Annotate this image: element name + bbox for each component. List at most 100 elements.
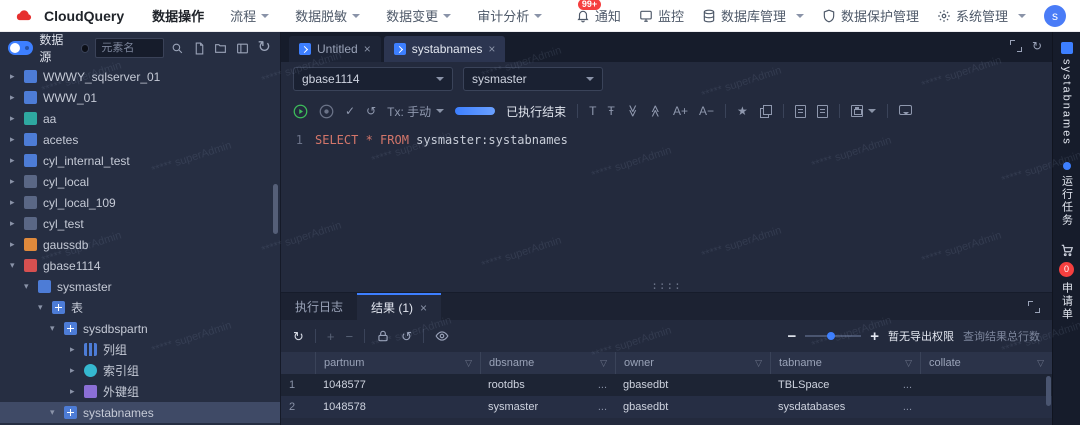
zoom-slider[interactable] <box>805 332 862 340</box>
toggle-case-button[interactable] <box>607 105 614 117</box>
chevron-right-icon[interactable]: ▸ <box>10 155 22 166</box>
nav-process[interactable]: 流程 <box>230 6 270 25</box>
rollback-button[interactable] <box>366 105 376 117</box>
chevron-right-icon[interactable]: ▸ <box>10 134 22 145</box>
panel-resize-handle[interactable] <box>651 280 682 291</box>
copy-icon[interactable] <box>759 104 772 118</box>
chevron-down-icon[interactable]: ▾ <box>50 323 62 334</box>
cell-owner[interactable]: gbasedbt <box>615 379 770 391</box>
cell-expand-button[interactable]: ... <box>598 401 607 413</box>
filter-icon[interactable] <box>905 359 912 368</box>
column-header-dbsname[interactable]: dbsname <box>480 352 615 374</box>
search-icon[interactable] <box>170 40 186 56</box>
tree-item-tables-group[interactable]: ▾ 表 <box>0 297 280 318</box>
chevron-down-icon[interactable]: ▾ <box>50 407 62 418</box>
notifications-button[interactable]: 99+ 通知 <box>576 0 621 25</box>
tree-item-database[interactable]: ▸ cyl_internal_test <box>0 150 280 171</box>
chevron-right-icon[interactable]: ▸ <box>70 365 82 376</box>
tree-item-database[interactable]: ▾ gbase1114 <box>0 255 280 276</box>
filter-icon[interactable] <box>465 359 472 368</box>
cell-tabname[interactable]: TBLSpace... <box>770 379 920 391</box>
filter-icon[interactable] <box>755 359 762 368</box>
tree-item-schema[interactable]: ▾ sysmaster <box>0 276 280 297</box>
nav-audit-analysis[interactable]: 审计分析 <box>477 6 543 25</box>
cell-owner[interactable]: gbasedbt <box>615 401 770 413</box>
cell-tabname[interactable]: sysdatabases... <box>770 401 920 413</box>
chevron-down-icon[interactable]: ▾ <box>10 260 22 271</box>
delete-row-button[interactable] <box>346 330 354 343</box>
cell-dbsname[interactable]: sysmaster... <box>480 401 615 413</box>
format-sql-button[interactable] <box>589 105 596 117</box>
cell-dbsname[interactable]: rootdbs... <box>480 379 615 391</box>
tab-result-set[interactable]: 结果 (1) × <box>357 293 442 320</box>
datasource-toggle[interactable] <box>8 41 34 55</box>
comment-icon[interactable] <box>898 105 912 115</box>
table-row[interactable]: 1 1048577 rootdbs... gbasedbt TBLSpace..… <box>281 374 1052 396</box>
tree-item-columns-group[interactable]: ▸ 列组 <box>0 339 280 360</box>
user-avatar[interactable]: s <box>1044 4 1066 27</box>
cell-partnum[interactable]: 1048578 <box>315 401 480 413</box>
file-icon[interactable] <box>192 40 208 56</box>
zoom-out-button[interactable]: − <box>787 328 796 345</box>
chevron-right-icon[interactable]: ▸ <box>10 176 22 187</box>
column-header-collate[interactable]: collate <box>920 352 1052 374</box>
tree-item-database[interactable]: ▸ cyl_test <box>0 213 280 234</box>
chevron-down-icon[interactable]: ▾ <box>24 281 36 292</box>
close-icon[interactable]: × <box>364 42 371 56</box>
sidebar-scrollbar[interactable] <box>273 184 278 234</box>
fullscreen-icon[interactable] <box>1009 40 1022 52</box>
table-row[interactable]: 2 1048578 sysmaster... gbasedbt sysdatab… <box>281 396 1052 418</box>
nav-data-change[interactable]: 数据变更 <box>386 6 452 25</box>
lock-icon[interactable] <box>376 329 390 343</box>
run-button[interactable] <box>293 104 308 119</box>
nav-data-masking[interactable]: 数据脱敏 <box>295 6 361 25</box>
chevron-right-icon[interactable]: ▸ <box>10 71 22 82</box>
add-row-button[interactable] <box>327 330 335 343</box>
close-icon[interactable]: × <box>420 301 427 315</box>
close-icon[interactable]: × <box>488 42 495 56</box>
tx-mode-select[interactable]: Tx: 手动 <box>387 103 445 120</box>
collapse-all-button[interactable]: ≪ <box>625 105 639 118</box>
dock-item-requests[interactable]: 0 申请单 <box>1059 243 1075 321</box>
chevron-right-icon[interactable]: ▸ <box>10 239 22 250</box>
tree-item-database[interactable]: ▸ WWWY_sqlserver_01 <box>0 66 280 87</box>
tab-untitled[interactable]: Untitled × <box>289 36 381 62</box>
validate-button[interactable] <box>345 105 355 117</box>
chevron-right-icon[interactable]: ▸ <box>10 197 22 208</box>
chevron-right-icon[interactable]: ▸ <box>10 218 22 229</box>
system-management-menu[interactable]: 系统管理 <box>937 6 1026 25</box>
dock-item-current-tab[interactable]: systabnames <box>1060 42 1073 146</box>
database-select[interactable]: gbase1114 <box>293 67 453 91</box>
nav-data-operations[interactable]: 数据操作 <box>152 6 204 25</box>
search-input[interactable] <box>101 42 158 54</box>
tree-item-foreignkeys-group[interactable]: ▸ 外键组 <box>0 381 280 402</box>
database-management-menu[interactable]: 数据库管理 <box>702 6 804 25</box>
column-header-tabname[interactable]: tabname <box>770 352 920 374</box>
open-file-icon[interactable] <box>816 104 828 118</box>
font-decrease-button[interactable] <box>699 105 714 117</box>
refresh-icon[interactable] <box>1032 40 1042 52</box>
layout-panel-icon[interactable] <box>235 40 251 56</box>
refresh-results-button[interactable] <box>293 330 304 343</box>
stop-button[interactable] <box>319 104 334 119</box>
tree-item-table[interactable]: ▾ sysdbspartn <box>0 318 280 339</box>
tree-item-database[interactable]: ▸ cyl_local <box>0 171 280 192</box>
cell-partnum[interactable]: 1048577 <box>315 379 480 391</box>
tree-item-database[interactable]: ▸ WWW_01 <box>0 87 280 108</box>
tree-item-table-selected[interactable]: ▾ systabnames <box>0 402 280 423</box>
cell-expand-button[interactable]: ... <box>598 379 607 391</box>
data-protection-menu[interactable]: 数据保护管理 <box>822 6 919 25</box>
chevron-right-icon[interactable]: ▸ <box>70 386 82 397</box>
schema-select[interactable]: sysmaster <box>463 67 603 91</box>
undo-icon[interactable] <box>401 330 412 343</box>
chevron-right-icon[interactable]: ▸ <box>10 92 22 103</box>
fullscreen-icon[interactable] <box>1028 301 1040 313</box>
folder-icon[interactable] <box>213 40 229 56</box>
tree-item-database[interactable]: ▸ aa <box>0 108 280 129</box>
tree-item-database[interactable]: ▸ gaussdb <box>0 234 280 255</box>
column-header-partnum[interactable]: partnum <box>315 352 480 374</box>
chevron-down-icon[interactable]: ▾ <box>38 302 50 313</box>
refresh-icon[interactable] <box>256 40 272 56</box>
filter-icon[interactable] <box>1037 359 1044 368</box>
export-sql-icon[interactable] <box>794 104 806 118</box>
